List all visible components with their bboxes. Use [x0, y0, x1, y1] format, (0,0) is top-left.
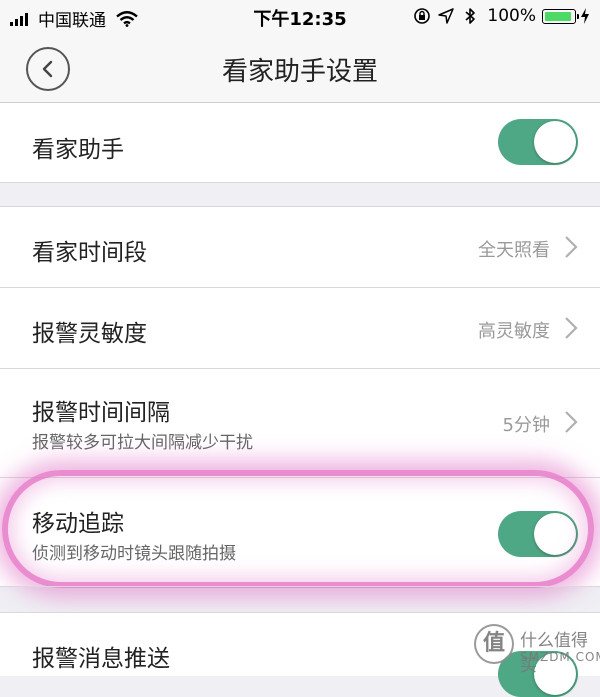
- sensitivity-label: 报警灵敏度: [32, 321, 147, 347]
- sensitivity-value: 高灵敏度: [478, 321, 550, 342]
- watermark-logo: 值: [474, 624, 514, 664]
- charging-icon: [581, 8, 589, 24]
- rotation-lock-icon: [414, 8, 431, 24]
- home-assistant-row: 看家助手: [0, 103, 600, 182]
- row-divider: [0, 206, 600, 207]
- motion-tracking-label: 移动追踪: [32, 511, 124, 537]
- chevron-right-icon: [565, 317, 578, 339]
- chevron-right-icon: [565, 411, 578, 433]
- chevron-right-icon: [565, 236, 578, 258]
- section-divider: [0, 182, 600, 183]
- location-icon: [438, 8, 455, 24]
- battery-icon: [542, 8, 579, 24]
- motion-tracking-hint: 侦测到移动时镜头跟随拍摄: [32, 544, 236, 564]
- home-assistant-toggle[interactable]: [498, 119, 578, 165]
- page-title: 看家助手设置: [221, 57, 378, 87]
- bluetooth-icon: [465, 8, 476, 24]
- interval-hint: 报警较多可拉大间隔减少干扰: [32, 433, 253, 453]
- status-bar: 中国联通 下午12:35 100%: [0, 0, 600, 34]
- watermark: 值 什么值得买 SMZDM.COM: [474, 620, 600, 676]
- interval-row[interactable]: 报警时间间隔 报警较多可拉大间隔减少干扰 5分钟: [0, 369, 600, 477]
- sensitivity-row[interactable]: 报警灵敏度 高灵敏度: [0, 288, 600, 368]
- motion-tracking-toggle[interactable]: [498, 511, 578, 557]
- section-divider: [0, 586, 600, 587]
- period-label: 看家时间段: [32, 240, 147, 266]
- status-bar-right: 100%: [407, 6, 590, 26]
- home-assistant-label: 看家助手: [32, 137, 124, 163]
- battery-percent: 100%: [487, 6, 536, 26]
- push-label: 报警消息推送: [32, 646, 170, 672]
- period-row[interactable]: 看家时间段 全天照看: [0, 207, 600, 287]
- motion-tracking-row: 移动追踪 侦测到移动时镜头跟随拍摄: [0, 478, 600, 586]
- toggle-knob: [534, 513, 576, 555]
- interval-label: 报警时间间隔: [32, 400, 170, 426]
- toggle-knob: [534, 121, 576, 163]
- period-value: 全天照看: [478, 240, 550, 261]
- interval-value: 5分钟: [502, 415, 550, 436]
- navigation-bar: 看家助手设置: [0, 34, 600, 103]
- watermark-url: SMZDM.COM: [520, 650, 600, 664]
